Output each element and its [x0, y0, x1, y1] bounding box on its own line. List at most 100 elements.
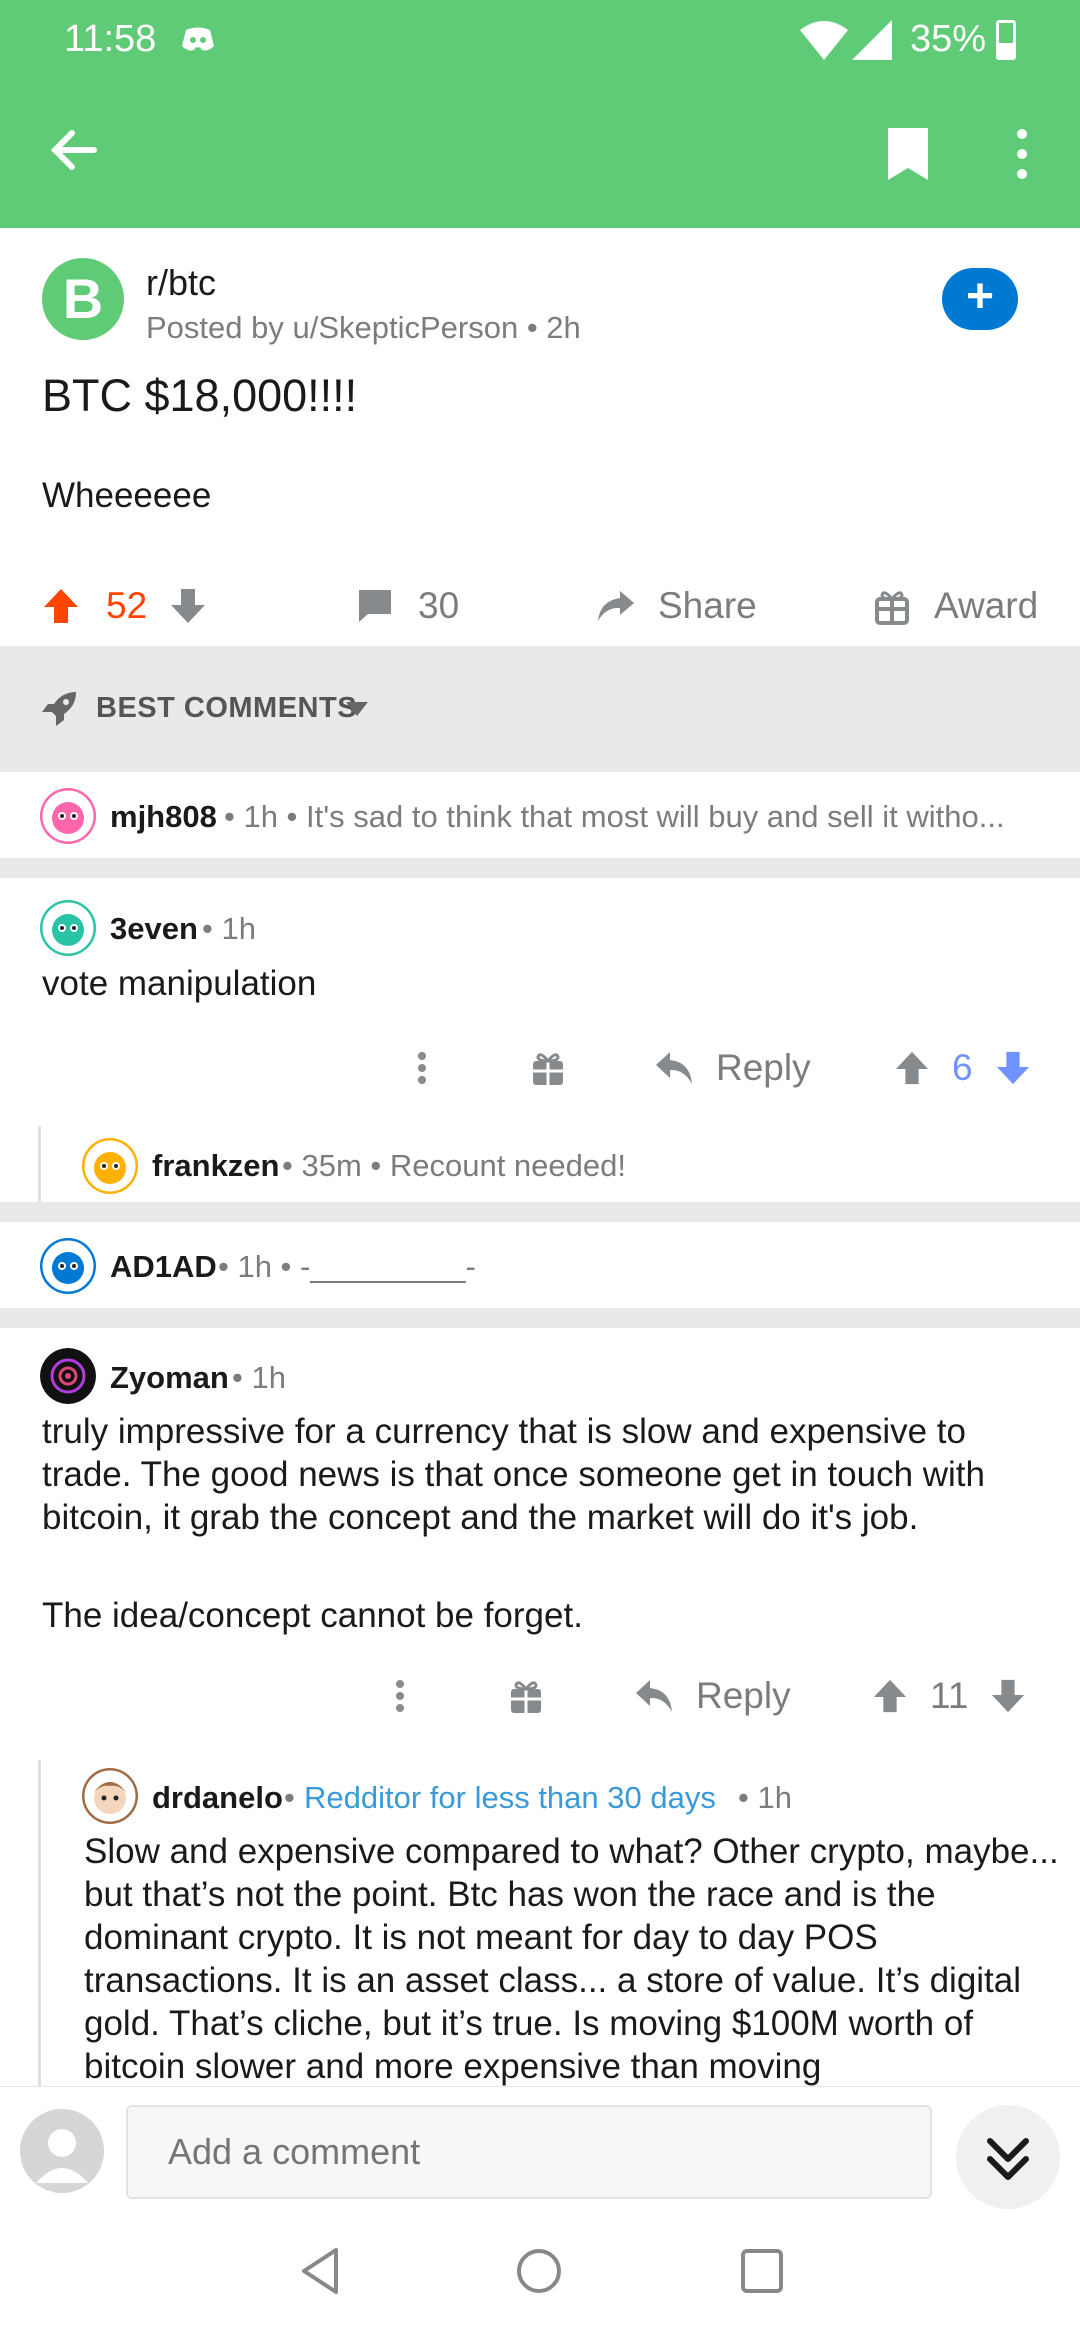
comment-divider: [0, 858, 1080, 878]
award-label: Award: [934, 585, 1039, 626]
thread-line: [38, 1126, 41, 1202]
comment-username[interactable]: 3even: [110, 911, 198, 947]
comment-meta: • 1h • It's sad to think that most will …: [224, 799, 1005, 834]
comment-count: 30: [418, 585, 460, 626]
comment-username[interactable]: Zyoman: [110, 1360, 229, 1396]
share-button[interactable]: Share: [596, 568, 757, 644]
more-vertical-icon[interactable]: [1002, 124, 1042, 184]
status-time: 11:58: [64, 18, 157, 60]
comment-collapsed[interactable]: mjh808 • 1h • It's sad to think that mos…: [0, 772, 1080, 858]
gift-icon: [511, 1681, 541, 1713]
comment-divider: [0, 1202, 1080, 1222]
user-avatar[interactable]: [40, 788, 96, 844]
chevron-down-icon: [346, 702, 368, 716]
reply: drdanelo • Redditor for less than 30 day…: [0, 1760, 1080, 2086]
profile-avatar[interactable]: [20, 2109, 104, 2193]
comment-username[interactable]: mjh808: [110, 799, 217, 835]
user-avatar[interactable]: [82, 1138, 138, 1194]
downvote-icon[interactable]: [995, 1050, 1031, 1086]
comment-composer-bar: [0, 2086, 1080, 2216]
discord-notification-icon: [182, 27, 214, 51]
comment-score: 11: [930, 1675, 969, 1716]
thread-line: [38, 1760, 41, 2086]
comment-award-button[interactable]: [530, 1038, 566, 1098]
post-score: 52: [106, 585, 148, 626]
comment-meta: • 1h: [202, 911, 256, 946]
user-avatar[interactable]: [40, 900, 96, 956]
post-title: BTC $18,000!!!!: [42, 370, 358, 421]
upvote-icon[interactable]: [42, 587, 80, 625]
comment-controls: Reply 11: [0, 1666, 1080, 1726]
more-vertical-icon: [418, 1052, 426, 1084]
comment-divider: [0, 1308, 1080, 1328]
app-header: 11:58 35%: [0, 0, 1080, 228]
subreddit-name[interactable]: r/btc: [146, 262, 216, 304]
battery-icon: [996, 20, 1016, 60]
comment-icon: [359, 590, 391, 622]
downvote-icon[interactable]: [169, 587, 207, 625]
comment-meta-dot: •: [284, 1780, 295, 1815]
comment-username[interactable]: drdanelo: [152, 1780, 283, 1816]
comment-meta: • 1h: [232, 1360, 286, 1395]
comment-username[interactable]: AD1AD: [110, 1249, 217, 1285]
share-icon: [598, 591, 634, 621]
subreddit-icon[interactable]: B: [42, 258, 124, 340]
upvote-icon[interactable]: [872, 1678, 908, 1714]
gift-icon: [875, 591, 909, 625]
post-body: Wheeeeee: [42, 476, 212, 515]
gift-icon: [533, 1053, 563, 1085]
comment-more-button[interactable]: [402, 1038, 442, 1098]
wifi-icon: [800, 21, 848, 60]
nav-home-icon[interactable]: [514, 2246, 564, 2296]
upvote-icon[interactable]: [894, 1050, 930, 1086]
post-actions: 52 30 Share Award: [0, 568, 1080, 644]
comment-text: vote manipulation: [42, 964, 317, 1003]
user-avatar[interactable]: [82, 1768, 138, 1824]
join-button[interactable]: +: [942, 268, 1018, 330]
comment-collapsed[interactable]: AD1AD • 1h • -_________-: [0, 1222, 1080, 1308]
user-avatar[interactable]: [40, 1238, 96, 1294]
comment-reply-button[interactable]: Reply: [634, 1666, 791, 1726]
post-card: B r/btc Posted by u/SkepticPerson • 2h +…: [0, 228, 1080, 648]
more-vertical-icon: [396, 1680, 404, 1712]
comment-meta: • 1h: [738, 1780, 792, 1815]
comment-vote: 11: [872, 1666, 1026, 1726]
post-vote: 52: [42, 568, 207, 644]
back-arrow-icon[interactable]: [44, 120, 104, 180]
user-flair: Redditor for less than 30 days: [304, 1780, 716, 1815]
comment-text: The idea/concept cannot be forget.: [42, 1596, 583, 1635]
comment-input[interactable]: [126, 2105, 932, 2199]
comment-text: Slow and expensive compared to what? Oth…: [84, 1832, 1059, 2086]
battery-percent: 35%: [910, 18, 987, 60]
share-label: Share: [658, 585, 757, 626]
downvote-icon[interactable]: [990, 1678, 1026, 1714]
reply-label: Reply: [696, 1675, 791, 1716]
comment-score: 6: [952, 1047, 973, 1088]
nav-back-icon[interactable]: [298, 2246, 342, 2296]
comment-vote: 6: [894, 1038, 1031, 1098]
comment-more-button[interactable]: [380, 1666, 420, 1726]
rocket-icon: [42, 692, 76, 726]
signal-icon: [852, 20, 892, 60]
award-button[interactable]: Award: [874, 568, 1038, 644]
comment-username[interactable]: frankzen: [152, 1148, 279, 1184]
reply-icon: [656, 1052, 692, 1084]
system-navigation-bar: [0, 2216, 1080, 2340]
comment-meta: • 35m • Recount needed!: [282, 1148, 626, 1183]
comments-button[interactable]: 30: [356, 568, 459, 644]
reply-icon: [636, 1680, 672, 1712]
reply-label: Reply: [716, 1047, 811, 1088]
status-bar: 11:58 35%: [0, 0, 1080, 80]
user-avatar[interactable]: [40, 1348, 96, 1404]
comment-sort-bar[interactable]: BEST COMMENTS: [0, 646, 1080, 772]
comment-text: truly impressive for a currency that is …: [42, 1412, 986, 1537]
comment-award-button[interactable]: [508, 1666, 544, 1726]
sort-label: BEST COMMENTS: [96, 692, 358, 724]
posted-by[interactable]: Posted by u/SkepticPerson • 2h: [146, 310, 581, 346]
nav-recents-icon[interactable]: [740, 2248, 784, 2294]
comment-reply-button[interactable]: Reply: [654, 1038, 811, 1098]
chevron-double-down-icon[interactable]: [956, 2105, 1060, 2209]
bookmark-icon[interactable]: [886, 126, 930, 182]
reply-collapsed[interactable]: frankzen • 35m • Recount needed!: [0, 1126, 1080, 1202]
comment-meta: • 1h • -_________-: [218, 1249, 476, 1284]
